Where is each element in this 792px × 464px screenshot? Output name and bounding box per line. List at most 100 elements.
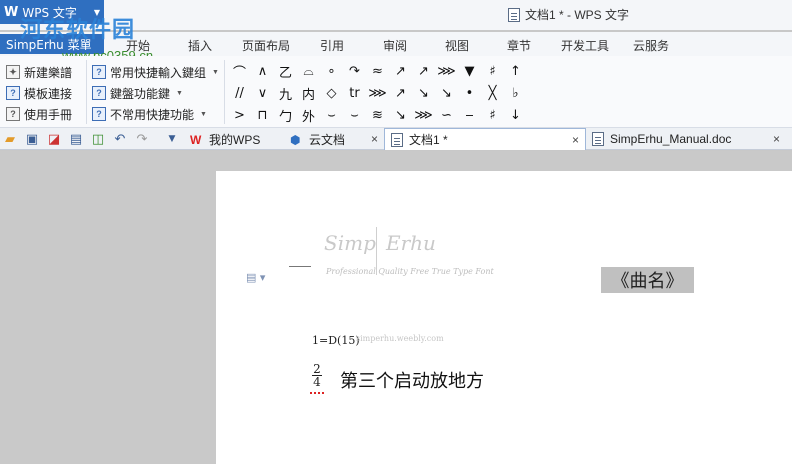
erhu-symbol-button[interactable]: ♯ (481, 60, 504, 82)
tab-my-wps[interactable]: W 我的WPS (184, 128, 284, 150)
tab-section[interactable]: 章节 (507, 37, 531, 54)
keyboard-function-dropdown[interactable]: ? 鍵盤功能鍵 ▼ (92, 84, 183, 102)
logo-right-text: Erhu (386, 231, 436, 255)
erhu-symbol-button[interactable]: 九 (274, 82, 297, 104)
close-icon[interactable]: × (773, 132, 780, 146)
common-shortcut-group-dropdown[interactable]: ? 常用快捷輸入鍵组 ▼ (92, 63, 219, 81)
erhu-symbol-palette: ⌒ ∧ ⼄ ⌓ ∘ ↷ ≈ ↗ ↗ ⋙ ▼ ♯ ↑//∨ 九内 ◇ tr ⋙ ↗ ↘ ↘ • ╳ ♭ > ⊓ 勹外 ⌣ ⌣ ≋ ↘ ⋙ ∽ ‒ ♯… (228, 60, 527, 126)
template-link-label: 模板連接 (24, 86, 73, 101)
song-title-box[interactable]: 《曲名》 (601, 267, 694, 293)
redo-icon[interactable]: ↷ (134, 131, 150, 147)
close-icon[interactable]: × (371, 132, 378, 146)
erhu-symbol-button[interactable]: ↷ (343, 60, 366, 82)
erhu-symbol-button[interactable]: ↘ (435, 82, 458, 104)
window-title: 文档1 * - WPS 文字 (508, 6, 629, 23)
erhu-symbol-button[interactable]: ↓ (504, 104, 527, 126)
erhu-symbol-button[interactable]: ↗ (412, 60, 435, 82)
paragraph-marker-icon[interactable]: ▤ ▾ (246, 271, 265, 284)
tab-document1-label: 文档1 * (409, 133, 448, 147)
uncommon-shortcut-label: 不常用快捷功能 (110, 107, 195, 122)
help-icon: ? (92, 86, 106, 100)
new-score-button[interactable]: ✦ 新建樂譜 (6, 63, 72, 81)
tab-page-layout[interactable]: 页面布局 (242, 37, 290, 54)
ribbon-divider (224, 60, 225, 124)
tab-developer[interactable]: 开发工具 (561, 37, 609, 54)
tab-view[interactable]: 视图 (445, 37, 469, 54)
tab-cloud-service[interactable]: 云服务 (633, 37, 669, 54)
erhu-symbol-button[interactable]: ╳ (481, 82, 504, 104)
export-pdf-icon[interactable]: ◪ (46, 131, 62, 147)
erhu-symbol-button[interactable]: ⋙ (366, 82, 389, 104)
new-score-label: 新建樂譜 (24, 65, 73, 80)
keyboard-function-label: 鍵盤功能鍵 (110, 86, 171, 101)
erhu-symbol-button[interactable]: 勹 (274, 104, 297, 126)
save-icon[interactable]: ▣ (24, 131, 40, 147)
document-tab-bar: ▰ ▣ ◪ ▤ ◫ ↶ ↷ ▼ W 我的WPS ⬢ 云文档 × 文档1 * × … (0, 128, 792, 150)
template-link-button[interactable]: ? 模板連接 (6, 84, 72, 102)
erhu-symbol-button[interactable]: ∨ (251, 82, 274, 104)
tab-review[interactable]: 审阅 (383, 37, 407, 54)
erhu-symbol-button[interactable]: ◇ (320, 82, 343, 104)
erhu-symbol-button[interactable]: • (458, 82, 481, 104)
erhu-symbol-button[interactable]: ∧ (251, 60, 274, 82)
erhu-symbol-button[interactable]: ⼄ (274, 60, 297, 82)
user-manual-button[interactable]: ? 使用手冊 (6, 105, 72, 123)
erhu-symbol-button[interactable]: ⌣ (343, 104, 366, 126)
erhu-symbol-button[interactable]: ≈ (366, 60, 389, 82)
erhu-symbol-button[interactable]: ⌣ (320, 104, 343, 126)
chevron-down-icon: ▼ (212, 68, 219, 76)
time-signature: 2 4 (312, 363, 322, 388)
print-icon[interactable]: ▤ (68, 131, 84, 147)
print-preview-icon[interactable]: ◫ (90, 131, 106, 147)
paragraph-rule (289, 266, 311, 267)
tab-document1[interactable]: 文档1 * × (384, 128, 586, 150)
erhu-symbol-button[interactable]: tr (343, 82, 366, 104)
erhu-symbol-button[interactable]: ↘ (389, 104, 412, 126)
chevron-down-icon[interactable]: ▼ (164, 131, 180, 147)
tab-simperhu-manual-label: SimpErhu_Manual.doc (610, 132, 732, 146)
erhu-symbol-button[interactable]: ⌓ (297, 60, 320, 82)
erhu-symbol-button[interactable]: ⊓ (251, 104, 274, 126)
new-score-icon: ✦ (6, 65, 20, 79)
tab-references[interactable]: 引用 (320, 37, 344, 54)
erhu-symbol-button[interactable]: ∽ (435, 104, 458, 126)
cube-icon: ⬢ (290, 132, 301, 147)
logo-url-text: simperhu.weebly.com (356, 334, 444, 343)
erhu-symbol-button[interactable]: ⋙ (435, 60, 458, 82)
document-area: Simp Erhu Professional Quality Free True… (0, 151, 792, 464)
time-signature-bottom: 4 (313, 375, 321, 389)
tab-simperhu-manual[interactable]: SimpErhu_Manual.doc × (586, 128, 786, 150)
erhu-symbol-button[interactable]: ↘ (412, 82, 435, 104)
undo-icon[interactable]: ↶ (112, 131, 128, 147)
erhu-symbol-button[interactable]: ♯ (481, 104, 504, 126)
erhu-symbol-button[interactable]: ⌒ (228, 60, 251, 82)
tab-insert[interactable]: 插入 (188, 37, 212, 54)
erhu-symbol-button[interactable]: ∘ (320, 60, 343, 82)
uncommon-shortcut-dropdown[interactable]: ? 不常用快捷功能 ▼ (92, 105, 207, 123)
close-icon[interactable]: × (572, 133, 579, 147)
lyric-line: 第三个启动放地方 (340, 371, 484, 392)
erhu-symbol-button[interactable]: ↗ (389, 60, 412, 82)
document-page[interactable]: Simp Erhu Professional Quality Free True… (216, 171, 792, 464)
tab-my-wps-label: 我的WPS (209, 132, 261, 147)
erhu-symbol-button[interactable]: ‒ (458, 104, 481, 126)
erhu-symbol-button[interactable]: ≋ (366, 104, 389, 126)
help-icon: ? (92, 65, 106, 79)
erhu-symbol-button[interactable]: ♭ (504, 82, 527, 104)
erhu-symbol-button[interactable]: 外 (297, 104, 320, 126)
erhu-symbol-button[interactable]: > (228, 104, 251, 126)
tab-cloud-docs-label: 云文档 (309, 132, 346, 147)
erhu-symbol-button[interactable]: ↗ (389, 82, 412, 104)
help-icon: ? (92, 107, 106, 121)
window-title-text: 文档1 * - WPS 文字 (525, 8, 630, 22)
erhu-symbol-button[interactable]: ⋙ (412, 104, 435, 126)
erhu-symbol-button[interactable]: // (228, 82, 251, 104)
erhu-symbol-button[interactable]: ▼ (458, 60, 481, 82)
wps-w-icon: W (190, 132, 202, 147)
erhu-symbol-button[interactable]: ↑ (504, 60, 527, 82)
common-shortcut-group-label: 常用快捷輸入鍵组 (110, 65, 207, 80)
manual-icon: ? (6, 107, 20, 121)
tab-cloud-docs[interactable]: ⬢ 云文档 × (284, 128, 384, 150)
open-folder-icon[interactable]: ▰ (2, 131, 18, 147)
erhu-symbol-button[interactable]: 内 (297, 82, 320, 104)
